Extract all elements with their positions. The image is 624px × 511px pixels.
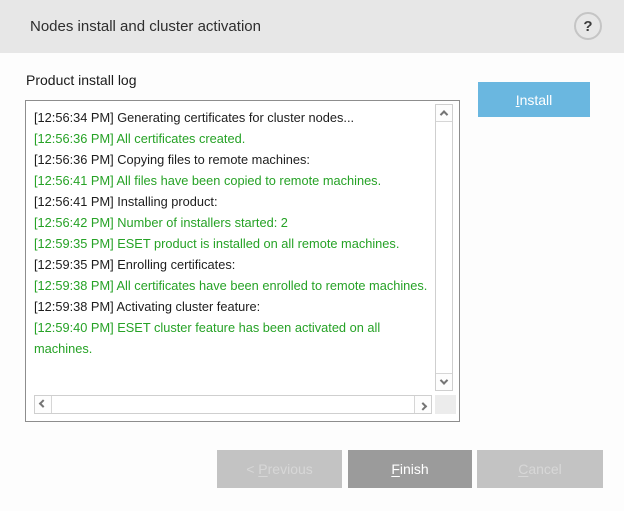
chevron-right-icon [419,402,427,410]
install-button[interactable]: Install [478,82,590,117]
install-log-box[interactable]: [12:56:34 PM] Generating certificates fo… [25,100,460,422]
cancel-button[interactable]: Cancel [477,450,603,488]
scroll-down-button[interactable] [436,373,452,390]
vertical-scroll-track[interactable] [436,122,452,373]
log-label: Product install log [26,72,137,88]
log-entry: [12:56:34 PM] Generating certificates fo… [34,107,438,128]
log-entry: [12:59:38 PM] Activating cluster feature… [34,296,438,317]
horizontal-scrollbar[interactable] [34,395,432,414]
scroll-up-button[interactable] [436,105,452,122]
question-mark-icon: ? [583,19,592,34]
log-entry: [12:59:38 PM] All certificates have been… [34,275,438,296]
log-entry: [12:59:35 PM] Enrolling certificates: [34,254,438,275]
chevron-down-icon [440,376,448,384]
dialog-title: Nodes install and cluster activation [30,0,261,53]
scroll-right-button[interactable] [414,396,431,413]
scroll-left-button[interactable] [35,396,52,413]
previous-button[interactable]: < Previous [217,450,342,488]
dialog-window: Nodes install and cluster activation ? P… [0,0,624,511]
help-button[interactable]: ? [574,12,602,40]
log-entry: [12:56:36 PM] Copying files to remote ma… [34,149,438,170]
log-entry: [12:56:36 PM] All certificates created. [34,128,438,149]
chevron-left-icon [39,399,47,407]
vertical-scrollbar[interactable] [435,104,453,391]
log-entry: [12:56:42 PM] Number of installers start… [34,212,438,233]
log-entry: [12:56:41 PM] Installing product: [34,191,438,212]
horizontal-scroll-track[interactable] [52,396,414,413]
chevron-up-icon [440,110,448,118]
log-entry: [12:59:40 PM] ESET cluster feature has b… [34,317,438,359]
titlebar: Nodes install and cluster activation ? [0,0,624,53]
scrollbar-corner [435,395,456,414]
log-entry: [12:59:35 PM] ESET product is installed … [34,233,438,254]
finish-button[interactable]: Finish [348,450,472,488]
log-content: [12:56:34 PM] Generating certificates fo… [26,101,459,359]
log-entry: [12:56:41 PM] All files have been copied… [34,170,438,191]
